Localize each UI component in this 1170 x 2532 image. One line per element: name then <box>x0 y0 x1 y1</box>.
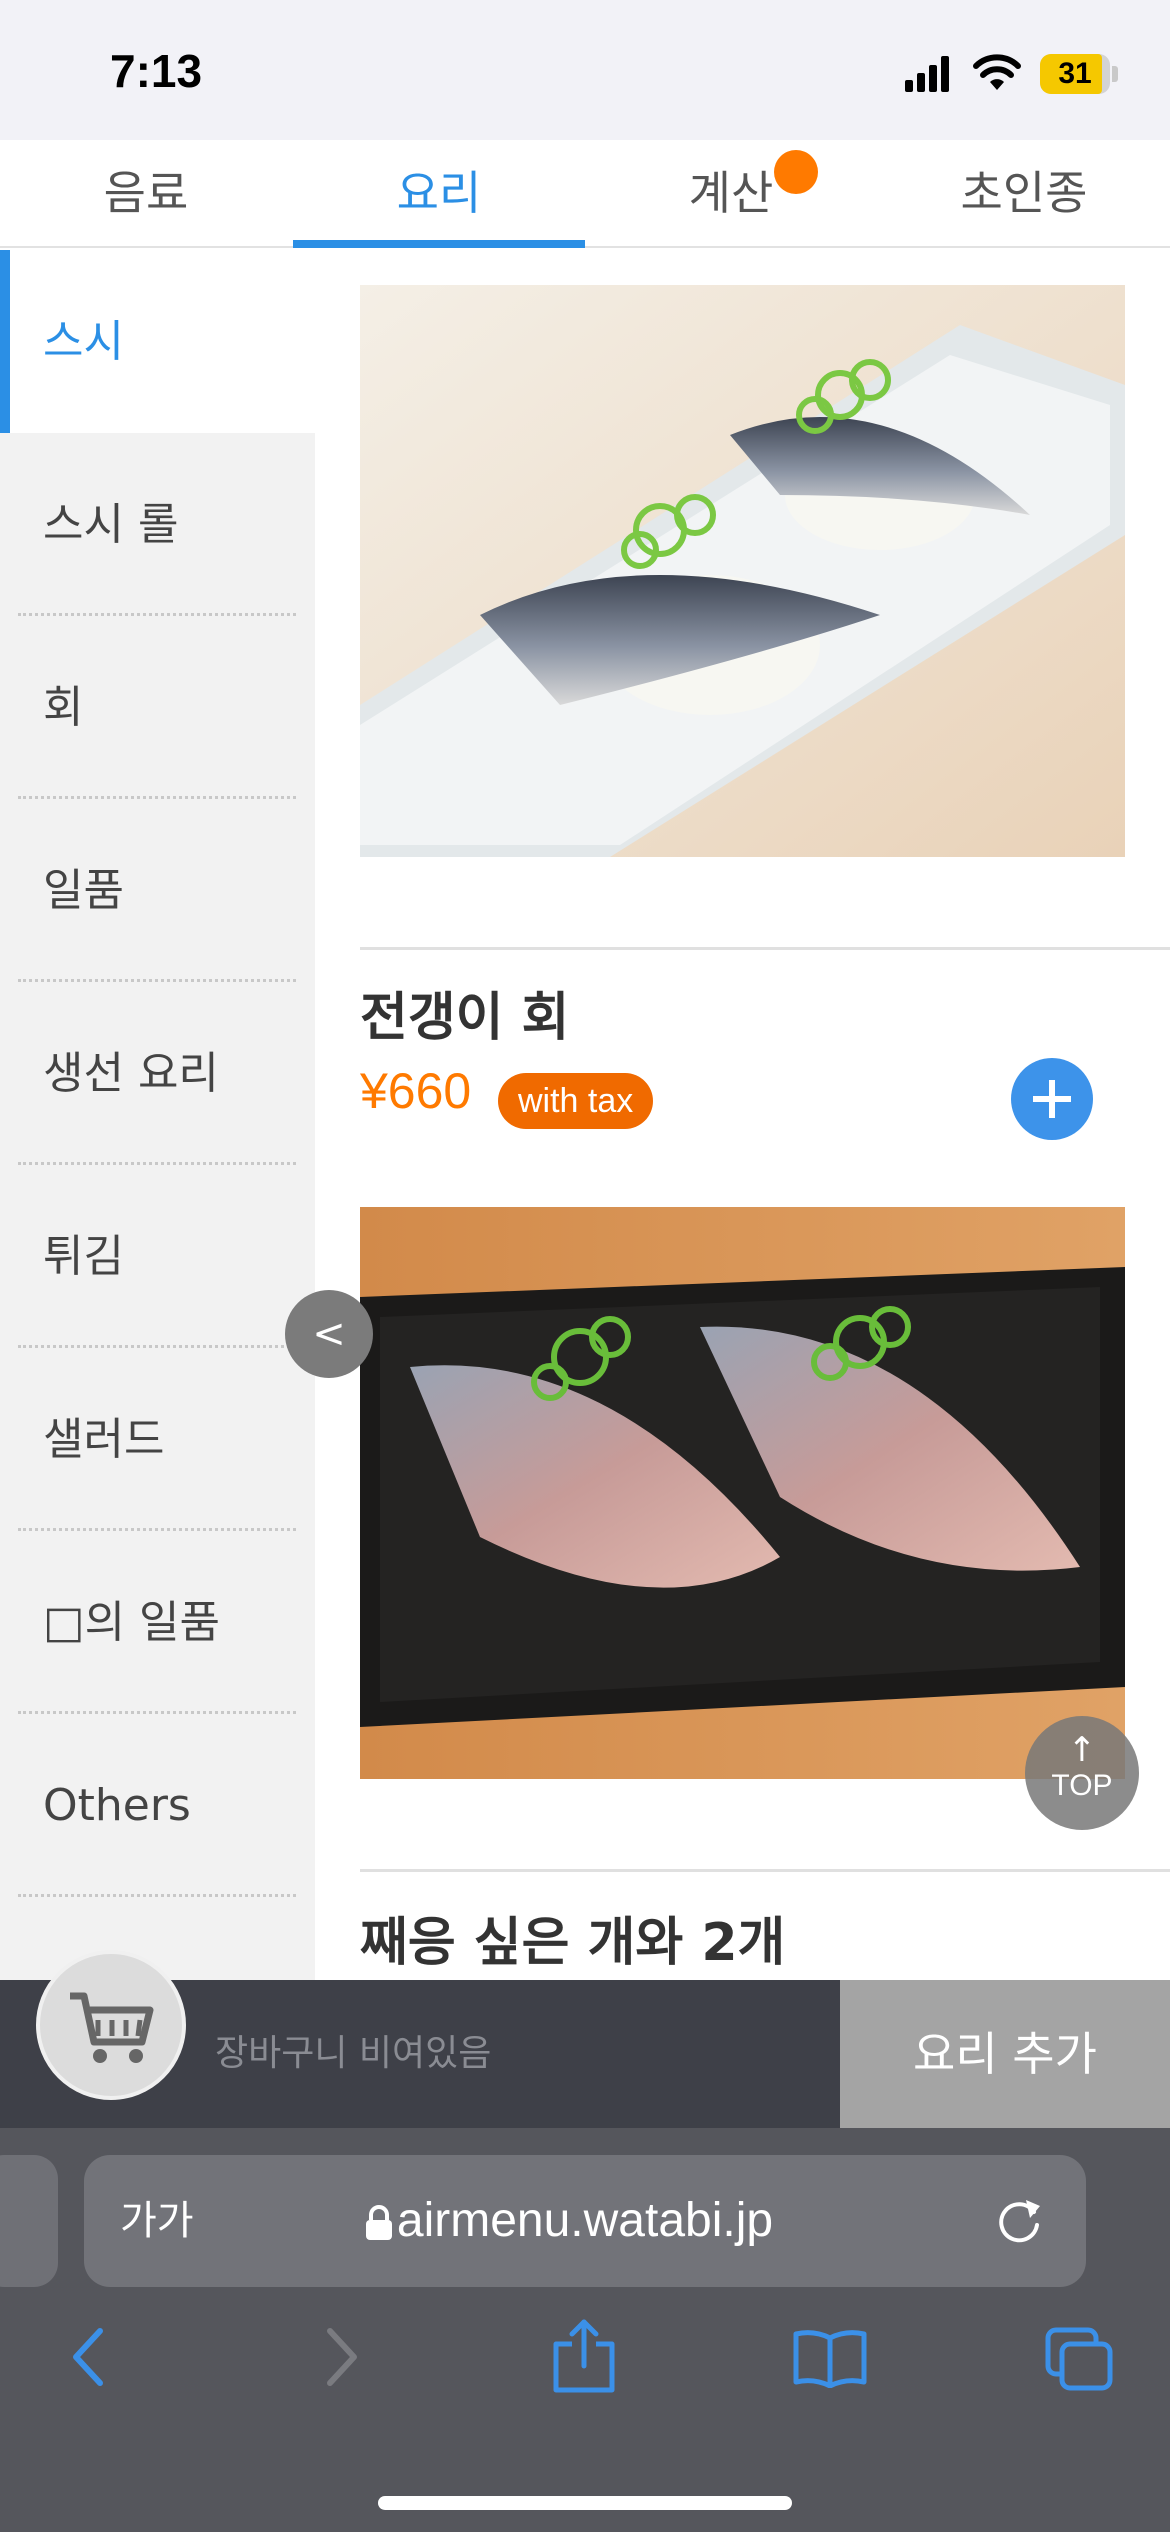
divider <box>18 1894 296 1897</box>
sidebar-item-a-la-carte[interactable]: 일품 <box>0 799 315 982</box>
status-time: 7:13 <box>110 45 203 97</box>
tab-call-bell[interactable]: 초인종 <box>878 140 1170 246</box>
category-sidebar: 스시 스시 롤 회 일품 생선 요리 튀김 샐러드 □의 일품 Others <box>0 250 315 1980</box>
sidebar-item-label: □의 일품 <box>43 1597 220 1648</box>
tab-drinks[interactable]: 음료 <box>0 140 292 246</box>
sidebar-item-label: 샐러드 <box>43 1414 165 1465</box>
plus-icon <box>1033 1080 1071 1118</box>
sidebar-item-label: 생선 요리 <box>43 1048 219 1099</box>
sidebar-item-others[interactable]: Others <box>0 1714 315 1897</box>
scroll-to-top-button[interactable]: ↑ TOP <box>1025 1716 1139 1830</box>
cart-button[interactable] <box>36 1950 186 2100</box>
add-to-cart-button[interactable] <box>1011 1058 1093 1140</box>
cart-icon <box>70 1992 154 2063</box>
active-item-bar <box>0 250 10 433</box>
bookmarks-icon[interactable] <box>792 2328 868 2388</box>
dish-photo[interactable] <box>360 285 1125 857</box>
top-label: TOP <box>1051 1769 1113 1802</box>
dish-photo[interactable] <box>360 1207 1125 1779</box>
sidebar-item-label: Others <box>43 1780 191 1831</box>
sidebar-item-fried[interactable]: 튀김 <box>0 1165 315 1348</box>
tabs-icon[interactable] <box>1044 2326 1114 2392</box>
item-divider <box>360 1869 1170 1872</box>
battery-indicator: 31 <box>1040 54 1110 94</box>
sidebar-item-label: 튀김 <box>43 1231 124 1282</box>
item-name: 전갱이 회 <box>360 988 570 1048</box>
wifi-icon <box>973 54 1021 90</box>
item-divider <box>360 947 1170 950</box>
sidebar-item-label: 스시 롤 <box>43 499 179 550</box>
notification-dot <box>774 150 818 194</box>
sidebar-item-fish-dishes[interactable]: 생선 요리 <box>0 982 315 1165</box>
collapse-sidebar-button[interactable]: < <box>285 1290 373 1378</box>
reload-icon[interactable] <box>990 2192 1048 2250</box>
sidebar-item-label: 회 <box>43 682 84 733</box>
tax-badge: with tax <box>498 1073 654 1129</box>
sidebar-item-label: 스시 <box>43 316 124 367</box>
item-price: ¥660 <box>360 1063 472 1119</box>
add-dish-button[interactable]: 요리 추가 <box>840 1980 1170 2128</box>
cellular-signal-icon <box>905 56 949 92</box>
sidebar-item-label: 일품 <box>43 865 124 916</box>
share-icon[interactable] <box>552 2318 616 2394</box>
cart-status-text: 장바구니 비여있음 <box>215 2033 492 2074</box>
battery-percentage: 31 <box>1058 57 1092 90</box>
home-indicator <box>378 2496 792 2510</box>
sidebar-item-special[interactable]: □의 일품 <box>0 1531 315 1714</box>
battery-tip <box>1112 66 1118 82</box>
sidebar-item-sushi[interactable]: 스시 <box>0 250 315 433</box>
category-tabs: 음료 요리 계산 초인종 <box>0 140 1170 248</box>
back-icon[interactable] <box>68 2325 108 2389</box>
sidebar-item-salad[interactable]: 샐러드 <box>0 1348 315 1531</box>
tab-checkout[interactable]: 계산 <box>585 140 877 246</box>
sidebar-item-sashimi[interactable]: 회 <box>0 616 315 799</box>
item-name: 째응 싶은 개와 2개 <box>360 1913 786 1973</box>
active-tab-indicator <box>293 240 585 248</box>
arrow-up-icon: ↑ <box>1067 1730 1097 1770</box>
forward-icon[interactable] <box>322 2325 362 2389</box>
tab-dishes[interactable]: 요리 <box>293 140 585 246</box>
sidebar-item-sushi-roll[interactable]: 스시 롤 <box>0 433 315 616</box>
